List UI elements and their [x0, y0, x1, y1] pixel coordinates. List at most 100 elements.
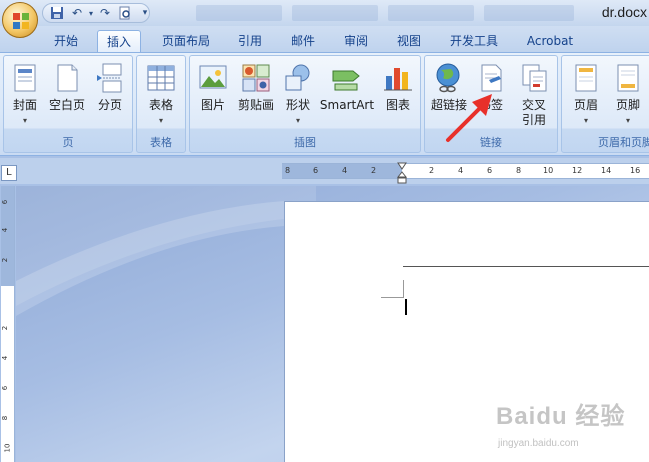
tab-insert[interactable]: 插入 — [97, 30, 141, 52]
blank-page-button[interactable]: 空白页 — [46, 60, 88, 138]
group-illustrations-label: 插图 — [294, 136, 316, 149]
tab-developer[interactable]: 开发工具 — [440, 30, 508, 52]
ruler-tick: 8 — [285, 166, 291, 175]
ruler-row: L 8 6 4 2 2 4 6 8 10 12 14 16 — [0, 158, 649, 184]
background-window-tab — [484, 5, 574, 21]
tab-home[interactable]: 开始 — [44, 30, 88, 52]
picture-icon — [199, 65, 227, 89]
group-pages-label: 页 — [62, 136, 74, 149]
smartart-icon — [332, 70, 360, 91]
ruler-tick: 4 — [458, 166, 464, 175]
tab-references[interactable]: 引用 — [228, 30, 272, 52]
document-title: dr.docx — [601, 4, 647, 20]
group-header-footer: 页眉 ▾ 页脚 ▾ 页眉和页脚 — [561, 55, 649, 153]
group-pages: 封面 ▾ 空白页 分页 页 — [3, 55, 133, 153]
table-icon — [147, 65, 175, 91]
ruler-tick: 6 — [1, 385, 10, 391]
background-window-tab — [292, 5, 378, 21]
table-label: 表格 — [148, 98, 173, 112]
quick-access-toolbar: ↶ ▾ ↷ ▾ — [42, 3, 150, 23]
smartart-button[interactable]: SmartArt — [318, 60, 376, 138]
redo-icon[interactable]: ↷ — [97, 6, 113, 21]
clip-art-icon — [242, 64, 270, 92]
chart-icon — [384, 68, 412, 91]
chevron-down-icon: ▾ — [295, 116, 301, 125]
cover-page-icon — [14, 64, 36, 92]
shapes-button[interactable]: 形状 ▾ — [280, 60, 316, 138]
group-header-footer-label: 页眉和页脚 — [598, 136, 649, 149]
ruler-tick: 12 — [572, 166, 583, 175]
picture-button[interactable]: 图片 — [194, 60, 232, 138]
indent-marker[interactable] — [397, 162, 407, 184]
ruler-tick: 6 — [487, 166, 493, 175]
save-icon[interactable] — [49, 6, 65, 21]
tab-mailings[interactable]: 邮件 — [281, 30, 325, 52]
watermark-text: Baidu 经验 — [496, 403, 626, 430]
vertical-ruler[interactable]: 6 4 2 2 4 6 8 10 — [1, 186, 15, 462]
chevron-down-icon: ▾ — [22, 116, 28, 125]
clip-art-label: 剪贴画 — [237, 98, 274, 112]
office-button[interactable] — [2, 2, 38, 38]
ruler-tick: 10 — [543, 166, 554, 175]
chart-button[interactable]: 图表 — [378, 60, 418, 138]
cover-page-button[interactable]: 封面 ▾ — [6, 60, 44, 138]
blank-page-icon — [57, 64, 78, 92]
ruler-tick: 14 — [601, 166, 612, 175]
office-logo-icon — [13, 13, 29, 29]
ruler-tick: 2 — [1, 325, 10, 331]
header-separator-line — [403, 266, 649, 267]
ruler-tick: 6 — [1, 199, 10, 205]
print-preview-icon[interactable] — [117, 6, 133, 21]
page-break-label: 分页 — [97, 98, 122, 112]
ribbon-tab-row: 开始 插入 页面布局 引用 邮件 审阅 视图 开发工具 Acrobat — [0, 26, 649, 52]
header-button[interactable]: 页眉 ▾ — [566, 60, 606, 138]
smartart-label: SmartArt — [319, 98, 375, 112]
chart-label: 图表 — [385, 98, 410, 112]
ruler-tick: 6 — [313, 166, 319, 175]
footer-label: 页脚 — [615, 98, 640, 112]
group-tables: 表格 ▾ 表格 — [136, 55, 186, 153]
tab-acrobat[interactable]: Acrobat — [518, 30, 582, 52]
tab-review[interactable]: 审阅 — [334, 30, 378, 52]
chevron-down-icon: ▾ — [158, 116, 164, 125]
text-cursor — [405, 299, 407, 315]
ruler-tick: 2 — [371, 166, 377, 175]
ruler-tick: 2 — [1, 257, 10, 263]
footer-icon — [617, 64, 639, 92]
header-label: 页眉 — [573, 98, 598, 112]
tab-stop-selector[interactable]: L — [1, 165, 17, 181]
footer-button[interactable]: 页脚 ▾ — [608, 60, 648, 138]
group-tables-label: 表格 — [150, 136, 172, 149]
ruler-tick: 10 — [3, 443, 12, 453]
clip-art-button[interactable]: 剪贴画 — [234, 60, 278, 138]
ruler-tick: 8 — [516, 166, 522, 175]
margin-corner-mark — [403, 280, 404, 298]
watermark-url: jingyan.baidu.com — [498, 438, 579, 449]
cross-reference-button[interactable]: 交叉 引用 — [513, 60, 555, 138]
customize-qat-icon[interactable]: ▾ — [137, 6, 153, 21]
blank-page-label: 空白页 — [48, 98, 85, 112]
watermark: Baidu 经验 jingyan.baidu.com — [496, 396, 646, 458]
horizontal-ruler[interactable]: 8 6 4 2 2 4 6 8 10 12 14 16 — [282, 163, 649, 179]
ruler-tick: 4 — [1, 355, 10, 361]
chevron-down-icon: ▾ — [625, 116, 631, 125]
background-window-tab — [196, 5, 282, 21]
cross-reference-icon — [522, 64, 547, 92]
margin-corner-mark — [381, 297, 404, 298]
shapes-label: 形状 — [285, 98, 310, 112]
ruler-tick: 16 — [630, 166, 641, 175]
ruler-tick: 8 — [1, 415, 10, 421]
background-window-tab — [388, 5, 474, 21]
tab-view[interactable]: 视图 — [387, 30, 431, 52]
cross-reference-label: 交叉 — [521, 98, 546, 112]
group-illustrations: 图片 剪贴画 形状 ▾ SmartArt 图表 插图 — [189, 55, 421, 153]
table-button[interactable]: 表格 ▾ — [140, 60, 182, 138]
ruler-tick: 4 — [1, 227, 10, 233]
tab-page-layout[interactable]: 页面布局 — [154, 30, 218, 52]
page-break-icon — [97, 63, 122, 93]
picture-label: 图片 — [200, 98, 225, 112]
header-icon — [575, 64, 597, 92]
page-break-button[interactable]: 分页 — [90, 60, 130, 138]
cover-page-label: 封面 — [12, 98, 37, 112]
chevron-down-icon: ▾ — [583, 116, 589, 125]
